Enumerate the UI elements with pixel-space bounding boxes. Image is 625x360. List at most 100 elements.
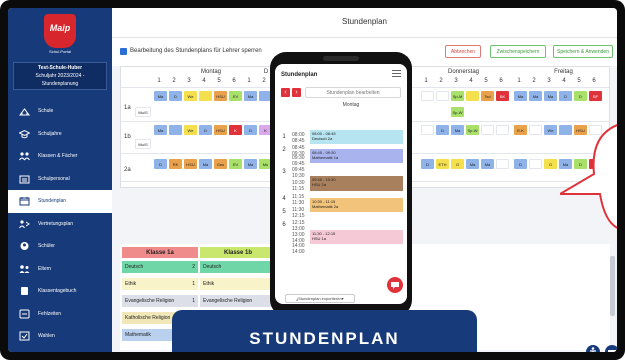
lesson-cell[interactable]: We: [544, 125, 557, 135]
lesson-cell[interactable]: D: [199, 125, 212, 135]
lesson-cell[interactable]: D: [514, 159, 527, 169]
phone-lesson-block[interactable]: 10:30 - 11:15 Mathematik 2a: [310, 198, 403, 212]
lesson-cell[interactable]: [466, 91, 479, 101]
lesson-cell[interactable]: Ma: [451, 125, 464, 135]
lesson-cell[interactable]: Sp-W: [451, 107, 464, 117]
school-selector[interactable]: Test-Schule-Huber Schuljahr 2023/2024 - …: [13, 62, 107, 90]
lesson-cell[interactable]: BF: [589, 91, 602, 101]
lesson-cell[interactable]: Mu/S: [135, 107, 151, 117]
sidebar-item-wahlen[interactable]: Wahlen: [8, 325, 112, 348]
lesson-cell[interactable]: [529, 159, 542, 169]
lesson-cell[interactable]: [421, 91, 434, 101]
lock-editing-checkbox[interactable]: [120, 48, 127, 55]
subject-row[interactable]: Deutsch 2: [122, 261, 198, 273]
absence-icon: [18, 309, 30, 319]
lesson-cell[interactable]: EV: [229, 91, 242, 101]
lesson-cell[interactable]: Ma: [514, 91, 527, 101]
phone-period-number: 4: [282, 196, 286, 202]
export-label: Stundenplan exportieren: [298, 296, 342, 301]
lesson-cell[interactable]: [436, 91, 449, 101]
period-number: 5: [577, 78, 581, 84]
lesson-cell[interactable]: [421, 125, 434, 135]
sidebar-item-klassentagebuch[interactable]: Klassentagebuch: [8, 280, 112, 303]
lesson-cell[interactable]: Ma: [529, 91, 542, 101]
lesson-cell[interactable]: Sp-W: [466, 125, 479, 135]
lesson-cell[interactable]: Geo: [214, 159, 227, 169]
subject-row[interactable]: Deutsch1: [200, 261, 276, 273]
period-number: 6: [232, 78, 236, 84]
lesson-cell[interactable]: [199, 91, 212, 101]
save-draft-button[interactable]: Zwischenspeichern: [490, 45, 546, 58]
lesson-cell[interactable]: G: [544, 159, 557, 169]
phone-lesson-block[interactable]: 09:45 - 10:30 HSU 2a: [310, 176, 403, 191]
export-timetable-button[interactable]: ⤓ Stundenplan exportieren ▾: [285, 294, 355, 303]
lesson-cell[interactable]: RK: [169, 159, 182, 169]
save-apply-button[interactable]: Speichern & Anwenden: [553, 45, 613, 58]
phone-lesson-block[interactable]: 08:45 - 09:30 Mathematik 1a: [310, 149, 403, 163]
sidebar-item-schüler[interactable]: Schüler: [8, 235, 112, 258]
subject-row[interactable]: Ethik1: [122, 278, 198, 290]
sidebar-item-label: Klassentagebuch: [38, 288, 77, 295]
lesson-cell[interactable]: Ma: [154, 91, 167, 101]
lesson-cell[interactable]: Ma: [154, 125, 167, 135]
lesson-cell[interactable]: [481, 125, 494, 135]
lesson-cell[interactable]: [496, 125, 509, 135]
subject-row[interactable]: Evangelische Religion 1: [122, 295, 198, 307]
lesson-cell[interactable]: D: [574, 91, 587, 101]
lesson-cell[interactable]: Sp-M: [451, 91, 464, 101]
lesson-cell[interactable]: Ma: [244, 159, 257, 169]
lesson-cell[interactable]: D: [421, 159, 434, 169]
sidebar-item-schule[interactable]: Schule: [8, 100, 112, 123]
lesson-cell[interactable]: D: [559, 91, 572, 101]
hamburger-menu-icon[interactable]: [392, 70, 401, 78]
lesson-cell[interactable]: HSU: [184, 159, 197, 169]
next-day-arrow-icon[interactable]: ›: [292, 88, 301, 97]
sidebar-item-fehlzeiten[interactable]: Fehlzeiten: [8, 303, 112, 326]
lesson-cell[interactable]: Ma: [481, 159, 494, 169]
scrollbar[interactable]: [610, 256, 615, 316]
lesson-cell[interactable]: K: [229, 125, 242, 135]
sidebar-nav: Schule Schuljahre Klassen & Fächer Schulper…: [8, 100, 112, 352]
cancel-button[interactable]: Abbrechen: [445, 45, 481, 58]
lesson-cell[interactable]: We: [184, 125, 197, 135]
edit-timetable-button[interactable]: Stundenplan bearbeiten: [305, 87, 401, 98]
lesson-cell[interactable]: HSU: [214, 125, 227, 135]
lesson-cell[interactable]: BK: [496, 91, 509, 101]
lesson-cell[interactable]: Ma: [544, 91, 557, 101]
lesson-cell[interactable]: Mu/S: [135, 139, 151, 149]
lesson-cell[interactable]: HSU: [214, 91, 227, 101]
subject-row[interactable]: Ethik1: [200, 278, 276, 290]
help-chat-icons[interactable]: [585, 344, 617, 352]
lesson-cell[interactable]: [169, 125, 182, 135]
lesson-cell[interactable]: D: [436, 125, 449, 135]
lesson-cell[interactable]: D: [154, 159, 167, 169]
lesson-cell[interactable]: G: [451, 159, 464, 169]
screen: Maip Schul-Portal Test-Schule-Huber Schu…: [8, 8, 617, 352]
sidebar-item-schuljahre[interactable]: Schuljahre: [8, 123, 112, 146]
lesson-cell[interactable]: D: [169, 91, 182, 101]
chat-icon[interactable]: [387, 277, 403, 293]
subject-row[interactable]: Evangelische Religion: [200, 295, 276, 307]
lesson-cell[interactable]: We: [184, 91, 197, 101]
staff-icon: [18, 174, 30, 184]
lesson-cell[interactable]: [529, 125, 542, 135]
prev-day-arrow-icon[interactable]: ‹: [281, 88, 290, 97]
lesson-cell[interactable]: EV: [229, 159, 242, 169]
lesson-cell[interactable]: [496, 159, 509, 169]
lesson-cell[interactable]: ETH: [436, 159, 449, 169]
student-icon: [18, 241, 30, 251]
phone-lesson-block[interactable]: 11:30 - 12:15 HSU 1a: [310, 230, 403, 244]
lesson-cell[interactable]: R-K: [514, 125, 527, 135]
phone-lesson-block[interactable]: 08:00 - 08:45 Deutsch 2a: [310, 130, 403, 144]
sidebar-item-vertretungsplan[interactable]: Vertretungsplan: [8, 213, 112, 236]
lesson-cell[interactable]: Ma: [199, 159, 212, 169]
lesson-cell[interactable]: Ma: [244, 91, 257, 101]
sidebar-item-schulpersonal[interactable]: Schulpersonal: [8, 168, 112, 191]
sidebar-item-klassen-fächer[interactable]: Klassen & Fächer: [8, 145, 112, 168]
lesson-cell[interactable]: Ma: [466, 159, 479, 169]
sidebar-item-eltern[interactable]: Eltern: [8, 258, 112, 281]
lesson-cell[interactable]: D: [244, 125, 257, 135]
lesson-cell[interactable]: Tsd: [481, 91, 494, 101]
sidebar-item-elternbriefe[interactable]: Elternbriefe: [8, 348, 112, 353]
sidebar-item-stundenplan[interactable]: Stundenplan: [8, 190, 112, 213]
